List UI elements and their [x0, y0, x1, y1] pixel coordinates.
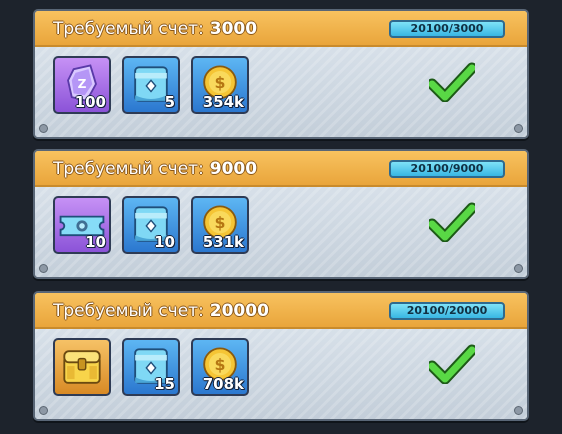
reward-item-quantity: 5 [164, 93, 175, 111]
required-score-value: 3000 [209, 19, 258, 39]
reward-item-quantity: 100 [74, 93, 106, 111]
reward-item-slot[interactable]: 5 [122, 56, 180, 114]
reward-item-quantity: 10 [85, 233, 106, 251]
reward-tier-body: 10 10 531k [35, 187, 527, 277]
reward-item-quantity: 708k [202, 375, 244, 393]
required-score-value: 20000 [209, 301, 269, 321]
required-score-label: Требуемый счет: [53, 19, 204, 39]
required-score-value: 9000 [209, 159, 258, 179]
score-progress-badge: 20100/20000 [389, 302, 505, 320]
required-score-label: Требуемый счет: [53, 301, 204, 321]
required-score-title: Требуемый счет: 20000 [53, 301, 269, 321]
reward-item-slot[interactable]: 708k [191, 338, 249, 396]
reward-tier-body: 15 708k [35, 329, 527, 419]
reward-item-slot[interactable] [53, 338, 111, 396]
reward-item-slot[interactable]: 10 [122, 196, 180, 254]
required-score-title: Требуемый счет: 3000 [53, 19, 257, 39]
reward-tier-header: Требуемый счет: 3000 20100/3000 [35, 11, 527, 47]
screw-icon [39, 124, 48, 133]
completed-checkmark-icon [426, 344, 478, 388]
reward-tier-panel: Требуемый счет: 9000 20100/9000 10 10 53… [33, 149, 529, 279]
gold-chest-icon [55, 340, 109, 394]
reward-tier-header: Требуемый счет: 9000 20100/9000 [35, 151, 527, 187]
reward-tier-panel: Требуемый счет: 3000 20100/3000 100 5 35… [33, 9, 529, 139]
reward-item-slot[interactable]: 10 [53, 196, 111, 254]
completed-checkmark-icon [426, 202, 478, 246]
reward-item-slot[interactable]: 531k [191, 196, 249, 254]
reward-item-quantity: 15 [154, 375, 175, 393]
reward-item-quantity: 354k [202, 93, 244, 111]
screw-icon [514, 264, 523, 273]
required-score-title: Требуемый счет: 9000 [53, 159, 257, 179]
completed-checkmark-icon [426, 62, 478, 106]
reward-item-quantity: 531k [202, 233, 244, 251]
screw-icon [39, 264, 48, 273]
reward-item-slot[interactable]: 100 [53, 56, 111, 114]
screw-icon [39, 406, 48, 415]
reward-tier-panel: Требуемый счет: 20000 20100/20000 15 708… [33, 291, 529, 421]
reward-item-quantity: 10 [154, 233, 175, 251]
reward-tier-header: Требуемый счет: 20000 20100/20000 [35, 293, 527, 329]
score-progress-badge: 20100/9000 [389, 160, 505, 178]
screw-icon [514, 124, 523, 133]
required-score-label: Требуемый счет: [53, 159, 204, 179]
screw-icon [514, 406, 523, 415]
score-progress-badge: 20100/3000 [389, 20, 505, 38]
reward-item-slot[interactable]: 15 [122, 338, 180, 396]
reward-item-slot[interactable]: 354k [191, 56, 249, 114]
reward-tier-body: 100 5 354k [35, 47, 527, 137]
